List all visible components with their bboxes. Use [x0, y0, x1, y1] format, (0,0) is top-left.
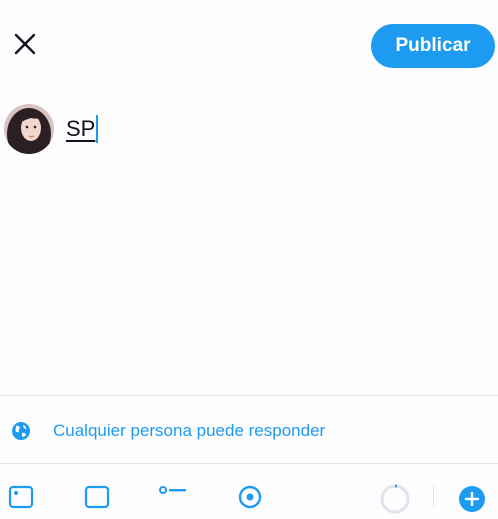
divider: [0, 463, 498, 464]
image-button[interactable]: [6, 484, 36, 514]
character-counter: [380, 484, 410, 514]
close-button[interactable]: [9, 30, 41, 62]
location-icon: [237, 484, 263, 515]
gif-icon: [84, 484, 110, 515]
divider: [0, 395, 498, 396]
image-icon: [8, 484, 34, 515]
reply-setting[interactable]: Cualquier persona puede responder: [8, 416, 325, 446]
composer-text: SP: [66, 116, 96, 141]
poll-button[interactable]: [158, 484, 188, 514]
add-icon: [457, 484, 487, 519]
close-icon: [13, 32, 37, 61]
location-button[interactable]: [235, 484, 265, 514]
reply-setting-label: Cualquier persona puede responder: [53, 421, 326, 440]
toolbar-separator: [433, 486, 434, 506]
add-tweet-button[interactable]: [457, 484, 487, 514]
tweet-composer[interactable]: SP: [66, 112, 99, 146]
gif-button[interactable]: [82, 484, 112, 514]
text-caret: [96, 115, 99, 143]
publish-button[interactable]: Publicar: [371, 24, 495, 68]
globe-icon: [10, 420, 32, 442]
progress-circle-icon: [380, 484, 410, 519]
poll-icon: [158, 484, 188, 515]
avatar[interactable]: [4, 104, 54, 154]
